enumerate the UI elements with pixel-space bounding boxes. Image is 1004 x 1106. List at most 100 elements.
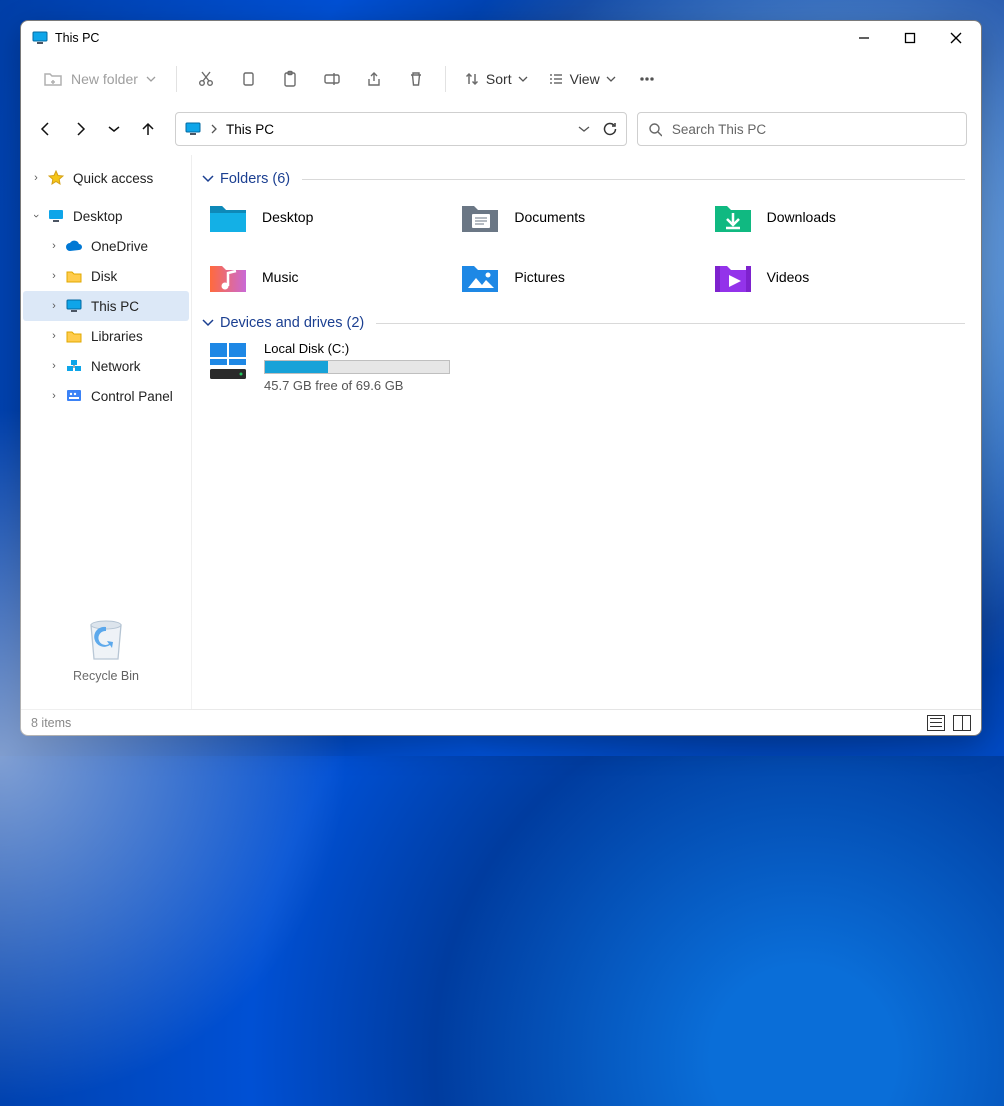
drive-name: Local Disk (C:) <box>264 341 450 356</box>
folder-desktop[interactable]: Desktop <box>208 197 460 237</box>
rename-icon[interactable] <box>313 61 351 97</box>
new-folder-label: New folder <box>71 71 138 87</box>
group-devices[interactable]: Devices and drives (2) <box>202 315 965 331</box>
refresh-icon[interactable] <box>602 121 618 137</box>
navigation-tree: › Quick access › Desktop › OneDrive › Di… <box>21 155 191 709</box>
window-controls <box>841 22 979 54</box>
sidebar-item-control-panel[interactable]: › Control Panel <box>23 381 189 411</box>
item-label: Pictures <box>514 269 565 285</box>
sidebar-item-libraries[interactable]: › Libraries <box>23 321 189 351</box>
music-folder-icon <box>208 257 248 297</box>
desktop-folder-icon <box>208 197 248 237</box>
copy-icon[interactable] <box>229 61 267 97</box>
cloud-icon <box>65 237 83 255</box>
drive-c[interactable]: Local Disk (C:) 45.7 GB free of 69.6 GB <box>208 341 965 393</box>
videos-folder-icon <box>713 257 753 297</box>
chevron-down-icon[interactable] <box>202 174 214 184</box>
sidebar-item-disk[interactable]: › Disk <box>23 261 189 291</box>
sidebar-item-label: This PC <box>91 299 139 314</box>
chevron-right-icon[interactable]: › <box>47 390 61 402</box>
network-icon <box>65 357 83 375</box>
chevron-right-icon[interactable]: › <box>47 270 61 282</box>
delete-icon[interactable] <box>397 61 435 97</box>
recycle-bin[interactable]: Recycle Bin <box>23 613 189 683</box>
folder-pictures[interactable]: Pictures <box>460 257 712 297</box>
group-label: Devices and drives (2) <box>220 315 364 331</box>
folder-documents[interactable]: Documents <box>460 197 712 237</box>
breadcrumb[interactable]: This PC <box>226 122 274 137</box>
toolbar-separator <box>445 66 446 92</box>
chevron-down-icon[interactable]: › <box>30 209 42 223</box>
status-bar: 8 items <box>21 709 981 735</box>
sidebar-item-onedrive[interactable]: › OneDrive <box>23 231 189 261</box>
sidebar-item-desktop[interactable]: › Desktop <box>23 201 189 231</box>
drive-icon <box>208 341 250 381</box>
sidebar-item-this-pc[interactable]: › This PC <box>23 291 189 321</box>
group-folders[interactable]: Folders (6) <box>202 171 965 187</box>
downloads-folder-icon <box>713 197 753 237</box>
toolbar-separator <box>176 66 177 92</box>
minimize-button[interactable] <box>841 22 887 54</box>
this-pc-icon <box>184 120 202 138</box>
recycle-bin-icon <box>80 613 132 665</box>
back-button[interactable] <box>35 118 57 140</box>
search-input[interactable] <box>672 122 956 137</box>
folder-music[interactable]: Music <box>208 257 460 297</box>
address-bar[interactable]: This PC <box>175 112 627 146</box>
this-pc-icon <box>65 297 83 315</box>
sort-button[interactable]: Sort <box>456 65 536 93</box>
thumbnails-view-icon[interactable] <box>953 715 971 731</box>
close-button[interactable] <box>933 22 979 54</box>
sidebar-item-label: Libraries <box>91 329 143 344</box>
chevron-right-icon[interactable]: › <box>29 172 43 184</box>
drive-usage-bar <box>264 360 450 374</box>
pictures-folder-icon <box>460 257 500 297</box>
divider <box>376 323 965 324</box>
address-history-icon[interactable] <box>578 125 590 133</box>
desktop-icon <box>47 207 65 225</box>
divider <box>302 179 965 180</box>
recycle-bin-label: Recycle Bin <box>73 669 139 683</box>
star-icon <box>47 169 65 187</box>
folder-downloads[interactable]: Downloads <box>713 197 965 237</box>
cut-icon[interactable] <box>187 61 225 97</box>
status-item-count: 8 items <box>31 716 71 730</box>
item-label: Downloads <box>767 209 836 225</box>
chevron-right-icon[interactable]: › <box>47 360 61 372</box>
explorer-window: This PC New folder Sort View <box>20 20 982 736</box>
forward-button[interactable] <box>69 118 91 140</box>
new-folder-button[interactable]: New folder <box>33 64 166 94</box>
chevron-right-icon[interactable]: › <box>47 240 61 252</box>
sidebar-item-label: Network <box>91 359 141 374</box>
item-label: Documents <box>514 209 585 225</box>
this-pc-icon <box>31 29 49 47</box>
paste-icon[interactable] <box>271 61 309 97</box>
sidebar-item-quick-access[interactable]: › Quick access <box>23 163 189 193</box>
chevron-down-icon[interactable] <box>202 318 214 328</box>
title-bar[interactable]: This PC <box>21 21 981 55</box>
recent-button[interactable] <box>103 118 125 140</box>
libraries-icon <box>65 327 83 345</box>
view-button[interactable]: View <box>540 65 624 93</box>
search-box[interactable] <box>637 112 967 146</box>
item-label: Music <box>262 269 299 285</box>
sidebar-item-network[interactable]: › Network <box>23 351 189 381</box>
up-button[interactable] <box>137 118 159 140</box>
details-view-icon[interactable] <box>927 715 945 731</box>
share-icon[interactable] <box>355 61 393 97</box>
folder-videos[interactable]: Videos <box>713 257 965 297</box>
view-label: View <box>570 71 600 87</box>
folder-icon <box>65 267 83 285</box>
sidebar-item-label: Desktop <box>73 209 123 224</box>
chevron-right-icon[interactable]: › <box>47 300 61 312</box>
sidebar-item-label: Disk <box>91 269 117 284</box>
item-label: Videos <box>767 269 810 285</box>
maximize-button[interactable] <box>887 22 933 54</box>
content-area[interactable]: Folders (6) Desktop Documents Downloads <box>191 155 981 709</box>
sort-label: Sort <box>486 71 512 87</box>
nav-bar: This PC <box>21 103 981 155</box>
item-label: Desktop <box>262 209 313 225</box>
overflow-icon[interactable] <box>628 61 666 97</box>
chevron-right-icon[interactable]: › <box>47 330 61 342</box>
sidebar-item-label: Control Panel <box>91 389 173 404</box>
